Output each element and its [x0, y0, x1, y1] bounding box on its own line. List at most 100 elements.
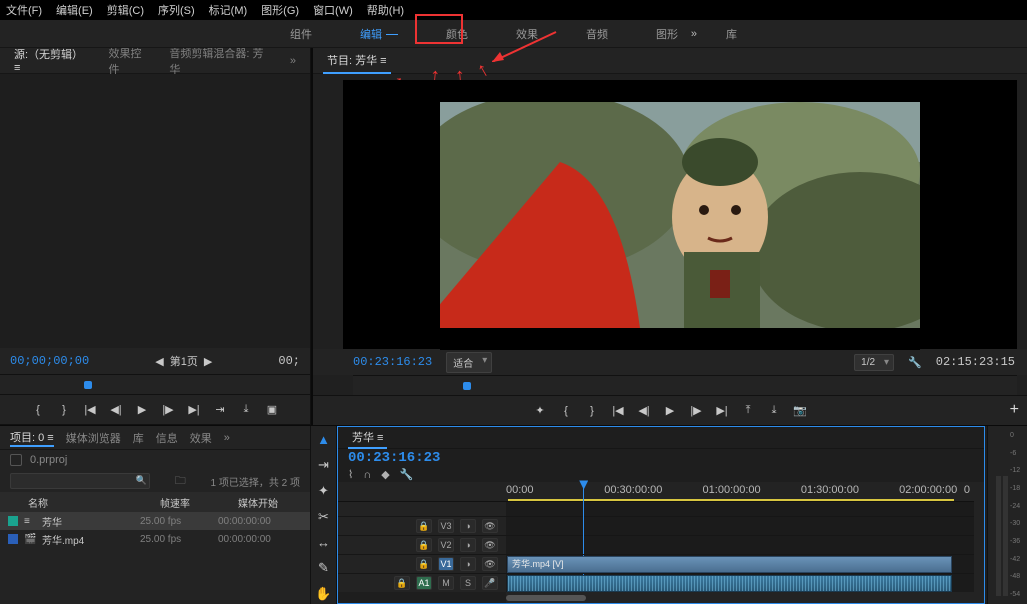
menu-clip[interactable]: 剪辑(C) [107, 2, 144, 18]
lift-button[interactable]: ⤒ [741, 404, 755, 418]
menu-marker[interactable]: 标记(M) [209, 2, 248, 18]
page-next-icon[interactable]: ▶ [204, 355, 212, 368]
step-fwd-button[interactable]: |▶ [161, 403, 175, 417]
menu-window[interactable]: 窗口(W) [313, 2, 353, 18]
project-search-input[interactable] [10, 473, 150, 489]
mark-in-button[interactable]: { [31, 403, 45, 417]
track-a1-button[interactable]: A1 [416, 576, 432, 590]
col-name[interactable]: 名称 [0, 495, 160, 510]
mark-in-button[interactable]: { [559, 404, 573, 418]
go-in-button[interactable]: |◀ [611, 404, 625, 418]
tab-project[interactable]: 项目: 0 ≡ [10, 429, 54, 447]
source-timecode-in[interactable]: 00;00;00;00 [10, 354, 89, 368]
menu-help[interactable]: 帮助(H) [367, 2, 404, 18]
source-ruler[interactable] [0, 374, 310, 394]
workspace-library[interactable]: 库 [720, 22, 743, 46]
step-fwd-button[interactable]: |▶ [689, 404, 703, 418]
project-row[interactable]: ≡芳华25.00 fps00:00:00:00 [0, 512, 310, 530]
v3-lock-icon[interactable]: 🔒 [416, 519, 432, 533]
tab-media-browser[interactable]: 媒体浏览器 [66, 430, 121, 446]
snap-icon[interactable]: ⌇ [348, 468, 353, 481]
add-marker-button[interactable]: ✦ [533, 404, 547, 418]
slip-tool-icon[interactable]: ↔ [317, 535, 330, 550]
hand-tool-icon[interactable]: ✋ [315, 586, 331, 602]
tab-library[interactable]: 库 [133, 430, 144, 446]
track-select-tool-icon[interactable]: ⇥ [318, 457, 329, 473]
export-frame-button[interactable]: ▣ [265, 403, 279, 417]
razor-tool-icon[interactable]: ✂ [318, 509, 329, 525]
timeline-lane[interactable]: 00:00 00:30:00:00 01:00:00:00 01:30:00:0… [506, 482, 974, 592]
project-preview-toggle[interactable] [10, 454, 22, 466]
bin-icon[interactable]: 🗀 [175, 472, 186, 491]
linked-selection-icon[interactable]: ∩ [363, 469, 371, 481]
sequence-tab[interactable]: 芳华 ≡ [348, 427, 387, 449]
track-v2-button[interactable]: V2 [438, 538, 454, 552]
workspace-assembly[interactable]: 组件 [284, 22, 318, 46]
v3-toggle-icon[interactable]: ◑ [460, 519, 476, 533]
menu-graphics[interactable]: 图形(G) [261, 2, 299, 18]
program-fit-dropdown[interactable]: 适合 [446, 352, 492, 373]
v2-eye-icon[interactable]: 👁 [482, 538, 498, 552]
v1-toggle-icon[interactable]: ◑ [460, 557, 476, 571]
a1-mute-button[interactable]: M [438, 576, 454, 590]
tab-program[interactable]: 节目: 芳华 ≡ [323, 48, 391, 74]
scrollbar-thumb[interactable] [506, 595, 586, 601]
work-area-bar[interactable] [508, 499, 954, 501]
a1-voice-icon[interactable]: 🎤 [482, 576, 498, 590]
workspace-graphics[interactable]: 图形 [650, 22, 684, 46]
pen-tool-icon[interactable]: ✎ [318, 560, 329, 576]
workspace-more[interactable]: » [691, 28, 697, 40]
source-playhead[interactable] [84, 381, 92, 389]
settings-icon[interactable]: 🔧 [400, 468, 414, 481]
program-scale-dropdown[interactable]: 1/2 [854, 354, 894, 371]
marker-icon[interactable]: ◆ [381, 468, 389, 481]
v2-lock-icon[interactable]: 🔒 [416, 538, 432, 552]
source-tabs-more[interactable]: » [286, 51, 300, 71]
tab-info[interactable]: 信息 [156, 430, 178, 446]
button-editor-icon[interactable]: + [1010, 401, 1019, 419]
export-frame-button[interactable]: 📷 [793, 404, 807, 418]
timeline-ruler[interactable]: 00:00 00:30:00:00 01:00:00:00 01:30:00:0… [506, 482, 974, 502]
page-prev-icon[interactable]: ◀ [155, 355, 163, 368]
v2-toggle-icon[interactable]: ◑ [460, 538, 476, 552]
mark-out-button[interactable]: } [57, 403, 71, 417]
menu-sequence[interactable]: 序列(S) [158, 2, 195, 18]
v3-eye-icon[interactable]: 👁 [482, 519, 498, 533]
track-v1-button[interactable]: V1 [438, 557, 454, 571]
a1-lock-icon[interactable]: 🔒 [394, 576, 410, 590]
timeline-h-scrollbar[interactable] [506, 592, 984, 603]
menu-edit[interactable]: 编辑(E) [56, 2, 93, 18]
v1-eye-icon[interactable]: 👁 [482, 557, 498, 571]
insert-button[interactable]: ⇥ [213, 403, 227, 417]
a1-solo-button[interactable]: S [460, 576, 476, 590]
video-clip[interactable]: 芳华.mp4 [V] [507, 556, 952, 573]
go-out-button[interactable]: ▶| [715, 404, 729, 418]
mark-out-button[interactable]: } [585, 404, 599, 418]
step-back-button[interactable]: ◀| [637, 404, 651, 418]
sequence-timecode[interactable]: 00:23:16:23 [348, 450, 440, 466]
program-timecode-in[interactable]: 00:23:16:23 [353, 355, 432, 369]
extract-button[interactable]: ⤓ [767, 404, 781, 418]
col-start[interactable]: 媒体开始 [238, 495, 310, 510]
overwrite-button[interactable]: ⤓ [239, 403, 253, 417]
menu-file[interactable]: 文件(F) [6, 2, 42, 18]
play-button[interactable]: ▶ [135, 403, 149, 417]
project-tabs-more[interactable]: » [224, 432, 230, 444]
track-v3-button[interactable]: V3 [438, 519, 454, 533]
ripple-tool-icon[interactable]: ✦ [318, 483, 329, 499]
program-ruler[interactable] [353, 375, 1017, 395]
selection-tool-icon[interactable]: ▲ [317, 432, 330, 447]
v1-lock-icon[interactable]: 🔒 [416, 557, 432, 571]
settings-wrench-icon[interactable]: 🔧 [908, 356, 922, 369]
col-fps[interactable]: 帧速率 [160, 495, 238, 510]
tab-effects[interactable]: 效果 [190, 430, 212, 446]
workspace-editing[interactable]: 编辑 [354, 22, 404, 46]
step-back-button[interactable]: ◀| [109, 403, 123, 417]
workspace-audio[interactable]: 音频 [580, 22, 614, 46]
audio-clip[interactable] [507, 575, 952, 592]
program-playhead[interactable] [463, 382, 471, 390]
project-row[interactable]: 🎬芳华.mp425.00 fps00:00:00:00 [0, 530, 310, 548]
go-out-button[interactable]: ▶| [187, 403, 201, 417]
go-in-button[interactable]: |◀ [83, 403, 97, 417]
play-button[interactable]: ▶ [663, 404, 677, 418]
